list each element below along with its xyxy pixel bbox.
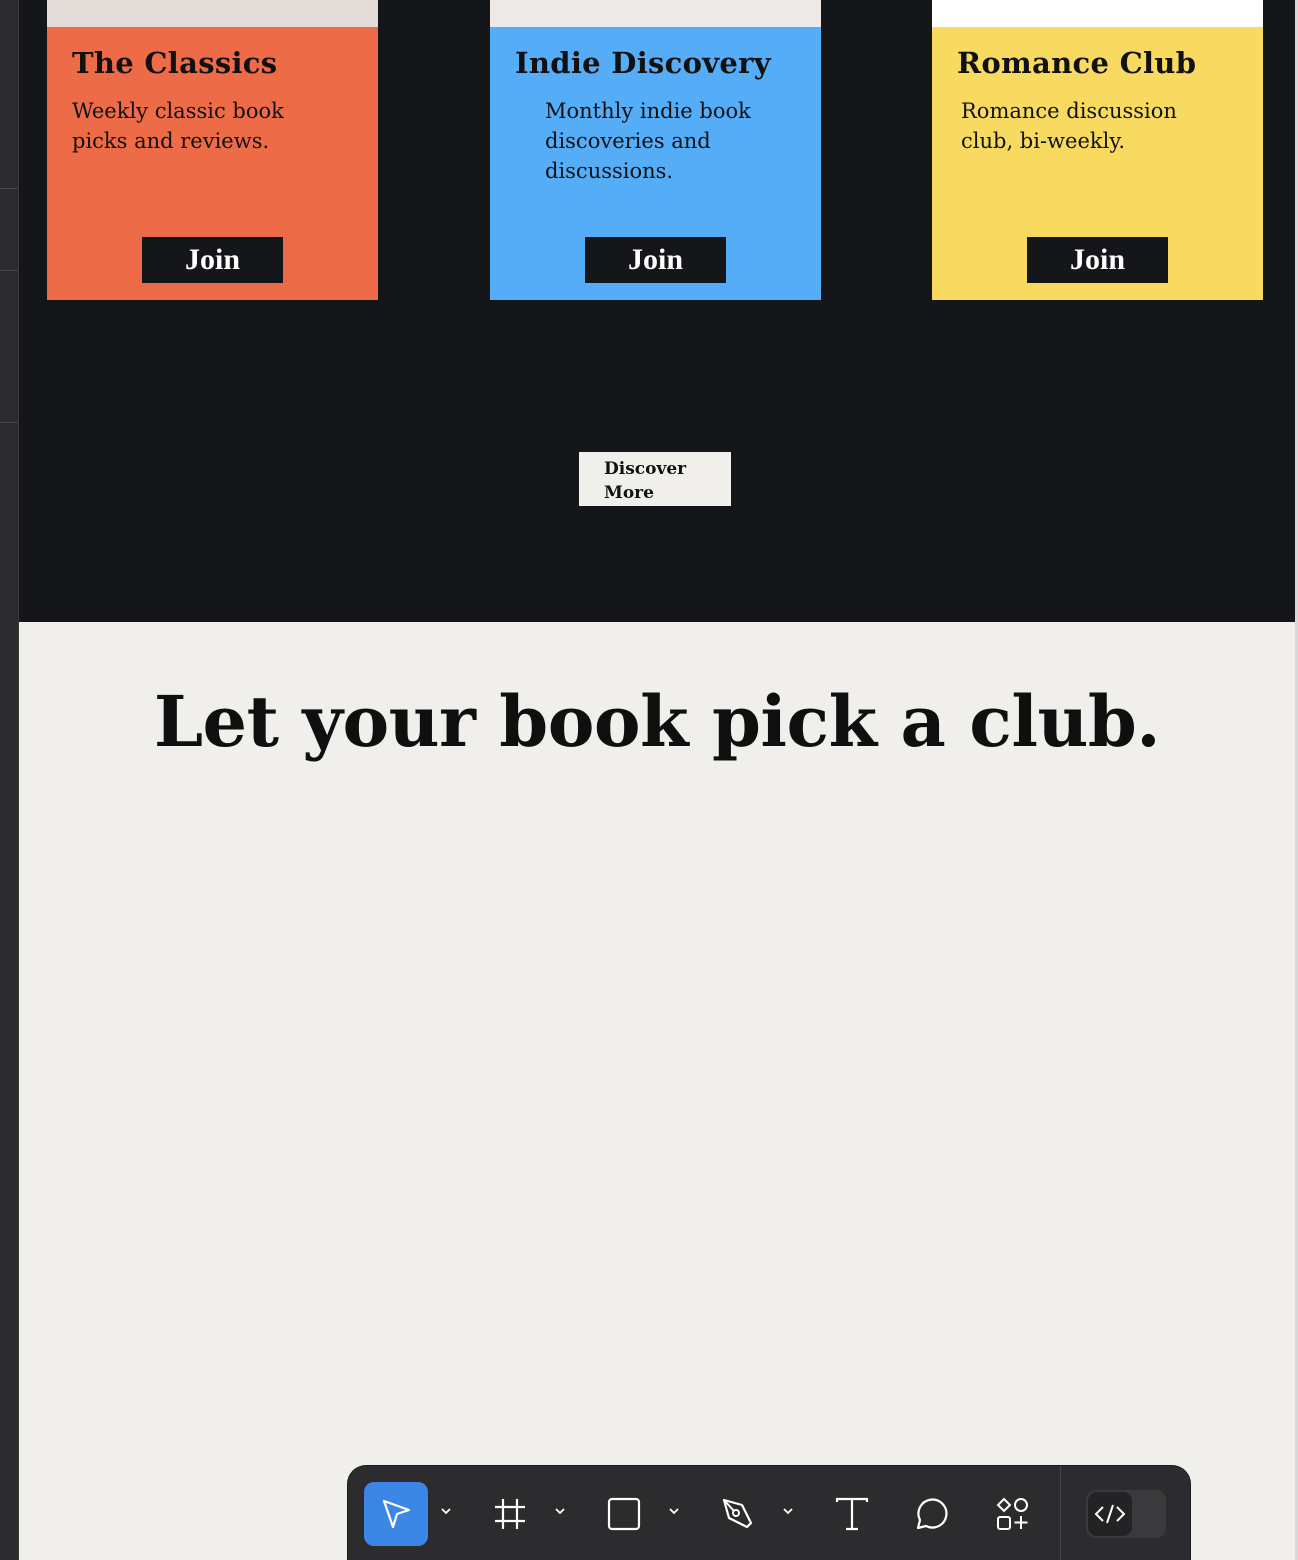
code-icon — [1088, 1492, 1132, 1536]
card-description: Monthly indie book discoveries and discu… — [545, 99, 751, 183]
join-button[interactable]: Join — [142, 237, 283, 283]
join-button[interactable]: Join — [585, 237, 726, 283]
card-image — [490, 0, 821, 27]
clubs-section: The Classics Weekly classic book picks a… — [19, 0, 1295, 622]
chevron-down-icon[interactable] — [781, 1504, 795, 1518]
pen-tool-icon[interactable] — [706, 1482, 770, 1546]
card-description: Weekly classic book picks and reviews. — [72, 99, 284, 153]
panel-divider — [0, 270, 18, 271]
text-tool-icon[interactable] — [820, 1482, 884, 1546]
card-description: Romance discussion club, bi-weekly. — [961, 99, 1177, 153]
assets-tool-icon[interactable] — [980, 1482, 1044, 1546]
club-card-classics: The Classics Weekly classic book picks a… — [47, 0, 378, 300]
discover-more-button[interactable]: Discover More — [579, 452, 731, 506]
chevron-down-icon[interactable] — [667, 1504, 681, 1518]
card-title: The Classics — [72, 46, 278, 80]
club-card-indie: Indie Discovery Monthly indie book disco… — [490, 0, 821, 300]
card-title: Romance Club — [957, 46, 1197, 80]
design-canvas[interactable]: The Classics Weekly classic book picks a… — [19, 0, 1295, 1560]
card-title: Indie Discovery — [515, 46, 771, 80]
card-image — [932, 0, 1263, 27]
panel-divider — [0, 188, 18, 189]
panel-divider — [0, 422, 18, 423]
club-card-romance: Romance Club Romance discussion club, bi… — [932, 0, 1263, 300]
card-image — [47, 0, 378, 27]
left-panel-edge — [0, 0, 19, 1560]
comment-tool-icon[interactable] — [900, 1482, 964, 1546]
chevron-down-icon[interactable] — [439, 1504, 453, 1518]
bottom-toolbar — [348, 1466, 1190, 1560]
chevron-down-icon[interactable] — [553, 1504, 567, 1518]
page-headline: Let your book pick a club. — [153, 680, 1161, 763]
frame-tool-icon[interactable] — [478, 1482, 542, 1546]
dev-mode-toggle[interactable] — [1086, 1490, 1166, 1538]
join-button[interactable]: Join — [1027, 237, 1168, 283]
toolbar-divider — [1060, 1466, 1061, 1560]
rectangle-tool-icon[interactable] — [592, 1482, 656, 1546]
move-tool-icon[interactable] — [364, 1482, 428, 1546]
